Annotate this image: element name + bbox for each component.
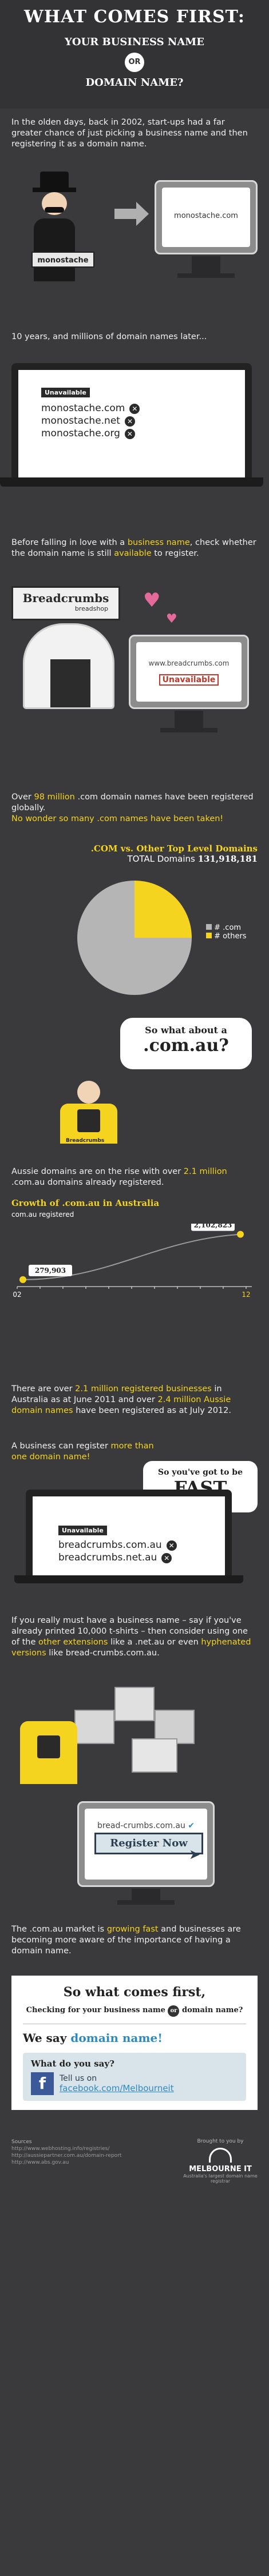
x-icon: ✕	[166, 1540, 177, 1551]
tshirt-stack	[11, 1715, 86, 1790]
page-title: WHAT COMES FIRST:	[24, 7, 245, 27]
heart-icon: ♥	[166, 612, 177, 626]
header-line1: YOUR BUSINESS NAME	[65, 36, 204, 48]
answer-line: We say domain name!	[23, 2031, 163, 2045]
monitor: www.breadcrumbs.com Unavailable	[129, 635, 249, 709]
top-hat-icon	[40, 172, 69, 189]
box-icon	[132, 1738, 177, 1773]
section-98-million: Over 98 million .com domain names have b…	[0, 792, 269, 1009]
card-question: Checking for your business name or domai…	[23, 2005, 246, 2017]
aussie-text: Aussie domains are on the rise with over…	[11, 1167, 227, 1187]
register-now-button[interactable]: Register Now	[94, 1833, 203, 1854]
chart-subtitle: TOTAL Domains 131,918,181	[127, 854, 258, 864]
man-illustration	[26, 172, 80, 303]
screen-domain: monostache.com	[174, 212, 238, 220]
melbourne-it-logo-icon	[209, 2148, 232, 2163]
data-label: 279,903	[35, 1267, 66, 1275]
cta-question: What do you say?	[31, 2059, 114, 2069]
pie-slice-others	[134, 881, 192, 938]
unavailable-label: Unavailable	[58, 1526, 107, 1535]
chart-title: Growth of .com.au in Australia	[11, 1198, 160, 1208]
section-olden-days: In the olden days, back in 2002, start-u…	[0, 117, 269, 314]
arrow-right-icon	[114, 209, 137, 219]
line-svg: 279,903 2,102,823 02 12	[13, 1224, 252, 1298]
chart-ylabel: com.au registered	[11, 1211, 74, 1219]
section-aussie-domains: Aussie domains are on the rise with over…	[0, 1166, 269, 1384]
section-what-about: So what about a .com.au? Breadcrumbs	[0, 1018, 269, 1149]
98-million-text: Over 98 million .com domain names have b…	[11, 793, 254, 823]
section-ten-years: 10 years, and millions of domain names l…	[0, 332, 269, 520]
businesses-text: There are over 2.1 million registered bu…	[11, 1384, 231, 1415]
source-link[interactable]: http://www.abs.gov.au	[11, 2159, 160, 2166]
speech-bubble: So what about a .com.au?	[120, 1018, 252, 1069]
x-icon: ✕	[124, 429, 135, 439]
list-item: breadcrumbs.com.au ✕	[58, 1539, 225, 1551]
chart-title: .COM vs. Other Top Level Domains	[90, 843, 258, 854]
olden-days-text: In the olden days, back in 2002, start-u…	[11, 118, 248, 149]
screen-domain: www.breadcrumbs.com	[148, 659, 230, 667]
shirt-icon	[20, 1721, 77, 1784]
list-item: monostache.org ✕	[41, 427, 245, 440]
check-icon: ✔	[188, 1821, 195, 1830]
legend-item: # .com	[206, 923, 247, 932]
pie-legend: # .com # others	[206, 923, 247, 941]
market-text: The .com.au market is growing fast and b…	[11, 1925, 241, 1956]
data-point	[237, 1231, 244, 1238]
line-chart: Growth of .com.au in Australia com.au re…	[11, 1198, 258, 1301]
data-point	[19, 1276, 26, 1283]
pie-svg	[77, 881, 192, 995]
screen-domain: bread-crumbs.com.au ✔	[97, 1821, 195, 1830]
bread-loaf-icon	[23, 623, 114, 709]
section-market-growing: The .com.au market is growing fast and b…	[0, 1924, 269, 1973]
cursor-icon: ➤	[189, 1846, 201, 1862]
suit-icon	[34, 218, 75, 281]
box-icon	[114, 1687, 155, 1721]
legend-item: # others	[206, 932, 247, 941]
shrugging-person: Breadcrumbs	[46, 1081, 132, 1144]
boxes-illustration	[74, 1687, 200, 1773]
section-alternatives: If you really must have a business name …	[0, 1615, 269, 1913]
unavailable-badge: Unavailable	[159, 674, 219, 686]
brand-block: Brought to you by MELBOURNE IT Australia…	[183, 2139, 258, 2184]
list-item: breadcrumbs.net.au ✕	[58, 1551, 225, 1564]
conclusion-card: So what comes first, Checking for your b…	[11, 1976, 258, 2110]
source-link[interactable]: http://www.webhosting.info/registries/	[11, 2145, 160, 2152]
sources: Sources http://www.webhosting.info/regis…	[11, 2139, 160, 2166]
heart-icon: ♥	[143, 589, 161, 612]
laptop: Unavailable breadcrumbs.com.au ✕ breadcru…	[26, 1490, 232, 1575]
laptop: Unavailable monostache.com ✕ monostache.n…	[11, 363, 252, 477]
cta-box: What do you say? f Tell us on facebook.c…	[23, 2053, 246, 2101]
head-icon	[77, 1081, 100, 1104]
x-icon: ✕	[124, 416, 135, 427]
infographic: WHAT COMES FIRST: YOUR BUSINESS NAME OR …	[0, 0, 269, 2576]
header-line2: DOMAIN NAME?	[85, 77, 184, 89]
x-tick-label: 12	[242, 1291, 250, 1298]
x-icon: ✕	[129, 404, 140, 414]
section-registered-businesses: There are over 2.1 million registered bu…	[0, 1384, 269, 1601]
check-text: Before falling in love with a business n…	[11, 538, 256, 558]
data-label: 2,102,823	[194, 1224, 232, 1229]
section-check-availability: Before falling in love with a business n…	[0, 538, 269, 772]
source-link[interactable]: http://aussiepartner.com.au/domain-repor…	[11, 2152, 160, 2159]
breadshop-sign: Breadcrumbs breadshop	[11, 586, 120, 620]
card-title: So what comes first,	[63, 1985, 206, 2000]
alternatives-text: If you really must have a business name …	[11, 1616, 251, 1658]
monitor: monostache.com	[155, 180, 258, 254]
list-item: monostache.com ✕	[41, 402, 245, 415]
header: WHAT COMES FIRST: YOUR BUSINESS NAME OR …	[0, 0, 269, 109]
x-icon: ✕	[161, 1553, 172, 1563]
facebook-icon[interactable]: f	[31, 2072, 54, 2095]
ten-years-text: 10 years, and millions of domain names l…	[11, 332, 207, 341]
list-item: monostache.net ✕	[41, 415, 245, 427]
pie-chart: .COM vs. Other Top Level Domains TOTAL D…	[11, 843, 258, 995]
or-badge: OR	[125, 53, 144, 72]
facebook-link[interactable]: facebook.com/Melbourneit	[60, 2083, 174, 2093]
moustache-icon	[45, 207, 64, 213]
x-tick-label: 02	[13, 1291, 21, 1298]
monostache-sign: monostache	[31, 252, 94, 268]
more-than-one-text: A business can register more than one do…	[11, 1442, 154, 1462]
unavailable-label: Unavailable	[41, 388, 90, 397]
